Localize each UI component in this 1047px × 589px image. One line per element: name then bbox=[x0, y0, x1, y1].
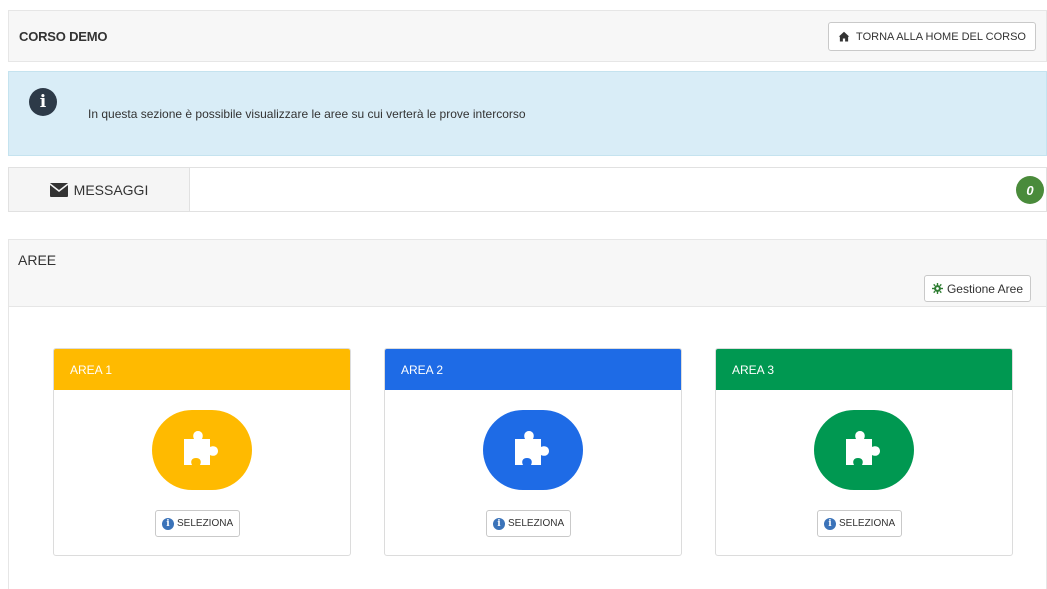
area-card-header: AREA 3 bbox=[716, 349, 1012, 390]
area-card-2: AREA 2 i SELEZIONA bbox=[384, 348, 682, 556]
area-card-3: AREA 3 i SELEZIONA bbox=[715, 348, 1013, 556]
select-area-label: SELEZIONA bbox=[839, 518, 896, 529]
area-card-title: AREA 1 bbox=[70, 362, 113, 377]
info-icon: i bbox=[824, 517, 836, 530]
info-text: In questa sezione è possibile visualizza… bbox=[88, 107, 526, 121]
messages-label: MESSAGGI bbox=[73, 181, 149, 198]
course-header: CORSO DEMO TORNA ALLA HOME DEL CORSO bbox=[8, 10, 1047, 62]
info-alert: i In questa sezione è possibile visualiz… bbox=[8, 71, 1047, 156]
areas-panel-header: AREE Gestione Aree bbox=[9, 240, 1046, 307]
select-area-button[interactable]: i SELEZIONA bbox=[817, 510, 903, 537]
puzzle-icon bbox=[846, 431, 880, 465]
area-puzzle-badge bbox=[814, 410, 914, 490]
back-to-course-home-button[interactable]: TORNA ALLA HOME DEL CORSO bbox=[828, 22, 1036, 51]
select-area-label: SELEZIONA bbox=[508, 518, 565, 529]
area-card-title: AREA 2 bbox=[401, 362, 444, 377]
home-icon bbox=[838, 31, 850, 41]
areas-panel-title: AREE bbox=[18, 252, 57, 268]
course-title: CORSO DEMO bbox=[19, 29, 108, 44]
select-area-button[interactable]: i SELEZIONA bbox=[486, 510, 572, 537]
puzzle-icon bbox=[184, 431, 218, 465]
area-card-title: AREA 3 bbox=[732, 362, 775, 377]
puzzle-icon bbox=[515, 431, 549, 465]
select-area-label: SELEZIONA bbox=[177, 518, 234, 529]
select-area-button[interactable]: i SELEZIONA bbox=[155, 510, 241, 537]
gear-icon bbox=[931, 283, 943, 294]
area-card-header: AREA 2 bbox=[385, 349, 681, 390]
info-icon: i bbox=[162, 517, 174, 530]
messages-tab[interactable]: MESSAGGI bbox=[9, 168, 190, 211]
manage-areas-button[interactable]: Gestione Aree bbox=[923, 275, 1031, 302]
area-card-header: AREA 1 bbox=[54, 349, 350, 390]
info-icon: i bbox=[493, 517, 505, 530]
area-puzzle-badge bbox=[152, 410, 252, 490]
back-to-course-home-label: TORNA ALLA HOME DEL CORSO bbox=[856, 30, 1026, 43]
messages-count-badge: 0 bbox=[1016, 176, 1044, 204]
manage-areas-label: Gestione Aree bbox=[946, 281, 1023, 296]
envelope-icon bbox=[49, 182, 68, 197]
area-card-1: AREA 1 i SELEZIONA bbox=[53, 348, 351, 556]
area-puzzle-badge bbox=[483, 410, 583, 490]
info-icon: i bbox=[29, 88, 57, 116]
messages-bar[interactable]: MESSAGGI 0 bbox=[8, 167, 1047, 212]
